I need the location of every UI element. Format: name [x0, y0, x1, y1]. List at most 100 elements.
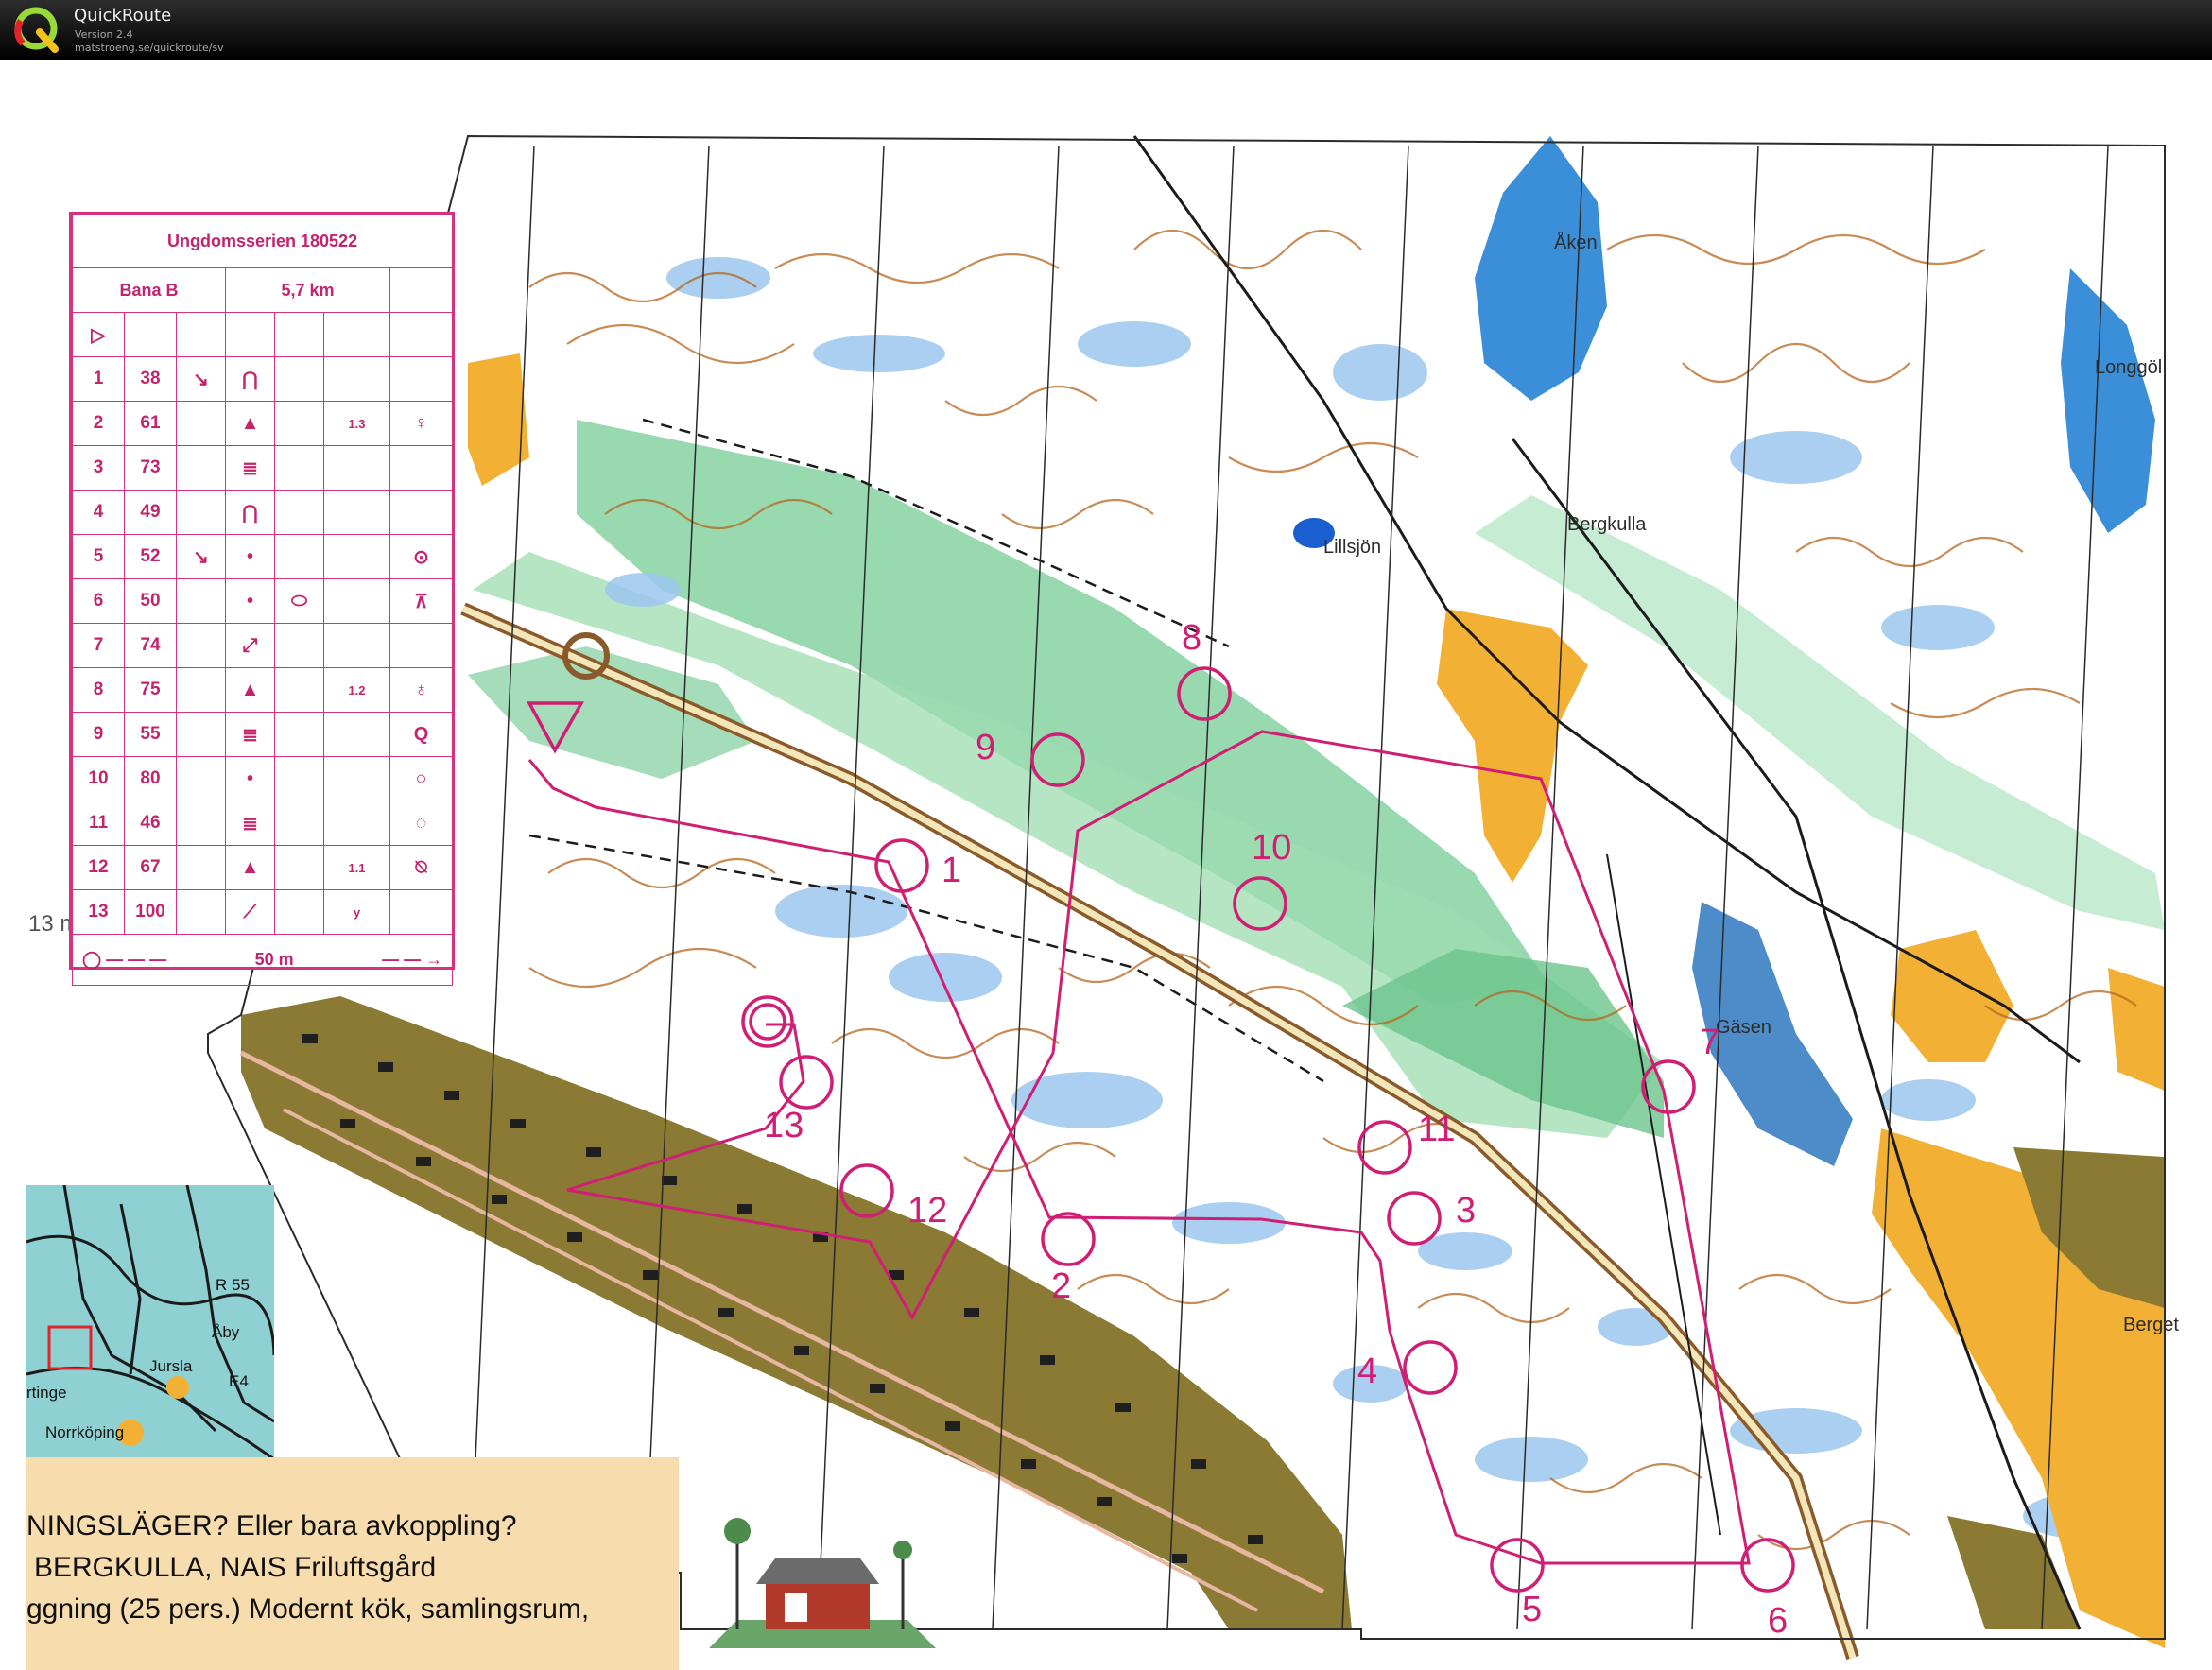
- column-e-symbol: [274, 845, 324, 890]
- finish-distance: 50 m: [254, 950, 294, 969]
- control-code: 49: [124, 490, 177, 535]
- column-f-value: 1.2: [323, 667, 390, 713]
- map-canvas[interactable]: Åken Longgöl Bergkulla Lillsjön Gäsen Be…: [0, 60, 2212, 1670]
- control-row: 3 73 ≣: [72, 445, 454, 491]
- column-d-symbol: ⋂: [225, 356, 275, 402]
- control-number: 12: [72, 845, 125, 890]
- control-number: 11: [72, 801, 125, 846]
- column-d-symbol: ≣: [225, 801, 275, 846]
- inset-label-r55: R 55: [216, 1276, 250, 1294]
- control-number-5: 5: [1522, 1590, 1543, 1629]
- column-g-symbol: [389, 445, 454, 491]
- column-d-symbol: ⤢: [225, 623, 275, 668]
- control-code: 100: [124, 889, 177, 935]
- column-c-symbol: ↘: [176, 534, 226, 579]
- card-empty: [389, 267, 454, 313]
- control-number: 3: [72, 445, 125, 491]
- control-code: 38: [124, 356, 177, 402]
- control-number-6: 6: [1768, 1601, 1789, 1641]
- inset-label-e4: E4: [229, 1372, 249, 1390]
- control-row: 5 52 ↘ • ⊙: [72, 534, 454, 579]
- finish-circle-icon: ◯ — — —: [82, 950, 167, 969]
- column-e-symbol: [274, 534, 324, 579]
- control-row: 11 46 ≣ ◌: [72, 801, 454, 846]
- column-g-symbol: [389, 356, 454, 402]
- app-url: matstroeng.se/quickroute/sv: [75, 42, 224, 54]
- control-row: 10 80 • ○: [72, 756, 454, 801]
- control-number: 10: [72, 756, 125, 801]
- column-d-symbol: ≣: [225, 445, 275, 491]
- control-number-8: 8: [1182, 618, 1202, 658]
- column-g-symbol: ♀: [389, 401, 454, 446]
- finish-arrow-icon: — — →: [382, 950, 443, 969]
- control-number: 5: [72, 534, 125, 579]
- column-d-symbol: ▲: [225, 401, 275, 446]
- control-number-11: 11: [1418, 1110, 1456, 1149]
- column-g-symbol: ♁: [389, 667, 454, 713]
- control-number-4: 4: [1357, 1351, 1378, 1391]
- place-label-longgol: Longgöl: [2095, 357, 2163, 378]
- place-label-lillsjon: Lillsjön: [1323, 537, 1382, 558]
- control-number: 9: [72, 712, 125, 757]
- control-row: 4 49 ⋂: [72, 490, 454, 535]
- column-e-symbol: [274, 756, 324, 801]
- control-code: 50: [124, 578, 177, 624]
- column-d-symbol: ⟋: [225, 889, 275, 935]
- title-bar: QuickRoute Version 2.4 matstroeng.se/qui…: [0, 0, 2212, 60]
- control-row: 1 38 ↘ ⋂: [72, 356, 454, 402]
- control-row: 2 61 ▲ 1.3 ♀: [72, 401, 454, 446]
- column-c-symbol: [176, 623, 226, 668]
- column-f-value: [323, 712, 390, 757]
- control-code: 80: [124, 756, 177, 801]
- column-e-symbol: [274, 356, 324, 402]
- control-number: 2: [72, 401, 125, 446]
- control-number-2: 2: [1051, 1266, 1072, 1306]
- column-e-symbol: ⬭: [274, 578, 324, 624]
- column-e-symbol: [274, 490, 324, 535]
- column-e-symbol: [274, 801, 324, 846]
- column-c-symbol: [176, 845, 226, 890]
- column-e-symbol: [274, 401, 324, 446]
- control-description-table: Ungdomsserien 180522 Bana B 5,7 km ▷ 1 38…: [71, 215, 454, 986]
- cabin-illustration-icon: [709, 1518, 936, 1648]
- inset-label-norrkoping: Norrköping: [45, 1423, 125, 1441]
- control-number-9: 9: [976, 728, 996, 767]
- column-e-symbol: [274, 445, 324, 491]
- column-f-value: [323, 490, 390, 535]
- column-f-value: [323, 756, 390, 801]
- control-code: 46: [124, 801, 177, 846]
- column-d-symbol: •: [225, 756, 275, 801]
- column-e-symbol: [274, 712, 324, 757]
- inset-label-rtinge: rtinge: [26, 1384, 67, 1402]
- column-c-symbol: [176, 889, 226, 935]
- quickroute-logo-icon: [13, 6, 62, 55]
- inset-label-aby: Åby: [212, 1323, 240, 1341]
- control-row: 12 67 ▲ 1.1 ⍉: [72, 845, 454, 890]
- inset-label-jursla: Jursla: [149, 1357, 193, 1375]
- control-number: 4: [72, 490, 125, 535]
- control-code: 61: [124, 401, 177, 446]
- control-code: 73: [124, 445, 177, 491]
- column-f-value: [323, 445, 390, 491]
- control-code: 74: [124, 623, 177, 668]
- advertisement-box: NINGSLÄGER? Eller bara avkoppling? BERGK…: [26, 1457, 679, 1670]
- ad-line-2: BERGKULLA, NAIS Friluftsgård: [34, 1552, 437, 1583]
- column-g-symbol: ⍉: [389, 845, 454, 890]
- control-number-1: 1: [942, 851, 962, 890]
- column-f-value: y: [323, 889, 390, 935]
- column-f-value: 1.1: [323, 845, 390, 890]
- control-row: 8 75 ▲ 1.2 ♁: [72, 667, 454, 713]
- column-d-symbol: ≣: [225, 712, 275, 757]
- column-c-symbol: [176, 401, 226, 446]
- control-description-card: Ungdomsserien 180522 Bana B 5,7 km ▷ 1 38…: [69, 212, 455, 986]
- card-length: 5,7 km: [225, 267, 390, 313]
- control-code: 67: [124, 845, 177, 890]
- column-g-symbol: Q: [389, 712, 454, 757]
- control-number-13: 13: [764, 1106, 804, 1145]
- control-number: 8: [72, 667, 125, 713]
- column-f-value: [323, 623, 390, 668]
- place-label-berget: Berget: [2123, 1315, 2179, 1335]
- place-label-bergkulla: Bergkulla: [1567, 514, 1647, 535]
- column-c-symbol: [176, 712, 226, 757]
- control-number-10: 10: [1252, 828, 1292, 868]
